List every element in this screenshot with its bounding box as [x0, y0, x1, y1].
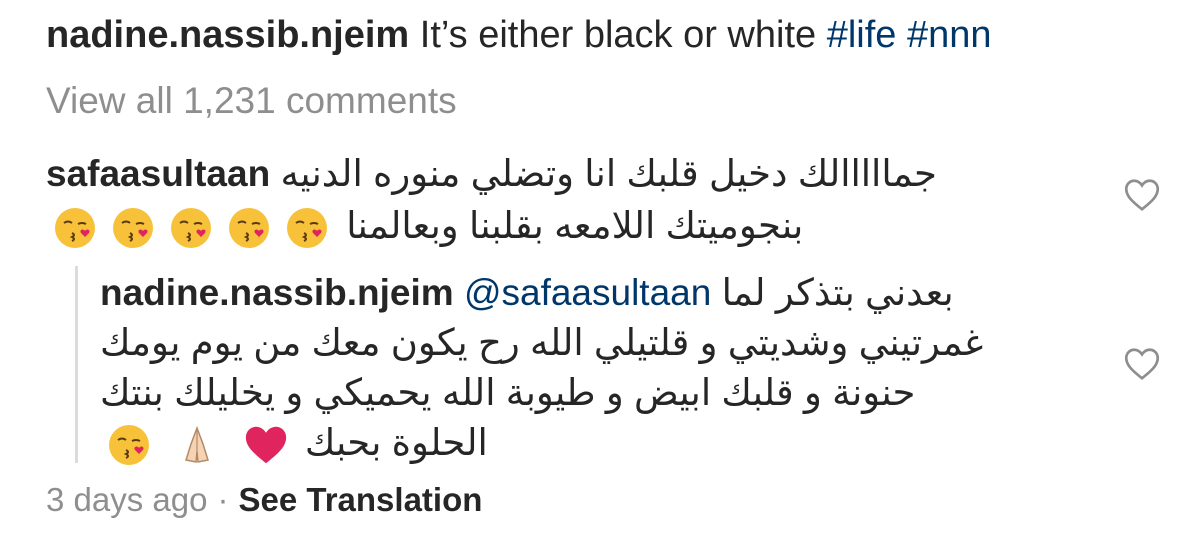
reply-like-heart-icon[interactable] [1124, 347, 1160, 381]
caption-username[interactable]: nadine.nassib.njeim [46, 14, 409, 56]
timestamp: 3 days ago [46, 481, 208, 518]
comment-emojis [46, 200, 336, 252]
hashtag-life[interactable]: #life [827, 14, 897, 56]
reply-emojis [100, 418, 295, 468]
red-heart-icon [243, 422, 289, 468]
reply-text-line-4: الحلوة بحبك [304, 422, 488, 463]
kissing-face-heart-icon [110, 205, 156, 251]
reply-text-line-2: غمرتيني وشديتي و قلتيلي الله رح يكون معك… [100, 322, 984, 363]
reply-line-4: الحلوة بحبك [100, 418, 1040, 468]
kissing-face-heart-icon [168, 205, 214, 251]
reply-text-line-1: بعدني بتذكر لما [721, 272, 954, 313]
kissing-face-heart-icon [52, 205, 98, 251]
praying-hands-icon [174, 422, 220, 468]
reply-line-1: nadine.nassib.njeim @safaasultaan بعدني … [100, 268, 1040, 318]
comment-line-2: بنجوميتك اللامعه بقلبنا وبعالمنا [46, 200, 1046, 252]
post-caption: nadine.nassib.njeim It’s either black or… [46, 12, 992, 58]
reply-mention[interactable]: @safaasultaan [464, 272, 711, 313]
comment-line-1: safaasultaan جمااااالك دخيل قلبك انا وتض… [46, 148, 1046, 200]
kissing-face-heart-icon [106, 422, 152, 468]
comment-like-heart-icon[interactable] [1124, 178, 1160, 212]
hashtag-nnn[interactable]: #nnn [907, 14, 992, 56]
see-translation-button[interactable]: See Translation [238, 481, 482, 518]
view-all-comments-link[interactable]: View all 1,231 comments [46, 78, 457, 124]
comment-username[interactable]: safaasultaan [46, 153, 270, 194]
reply-username[interactable]: nadine.nassib.njeim [100, 272, 454, 313]
kissing-face-heart-icon [284, 205, 330, 251]
comment-text-line-1: جمااااالك دخيل قلبك انا وتضلي منوره الدن… [280, 153, 937, 194]
reply-comment: nadine.nassib.njeim @safaasultaan بعدني … [100, 268, 1040, 468]
comment: safaasultaan جمااااالك دخيل قلبك انا وتض… [46, 148, 1046, 252]
comment-text-line-2: بنجوميتك اللامعه بقلبنا وبعالمنا [346, 205, 804, 246]
reply-text-line-3: حنونة و قلبك ابيض و طيوبة الله يحميكي و … [100, 372, 916, 413]
caption-text: It’s either black or white [419, 14, 817, 56]
reply-thread-line [75, 266, 78, 463]
separator-dot: · [217, 481, 229, 518]
kissing-face-heart-icon [226, 205, 272, 251]
post-footer: 3 days ago · See Translation [46, 478, 482, 522]
